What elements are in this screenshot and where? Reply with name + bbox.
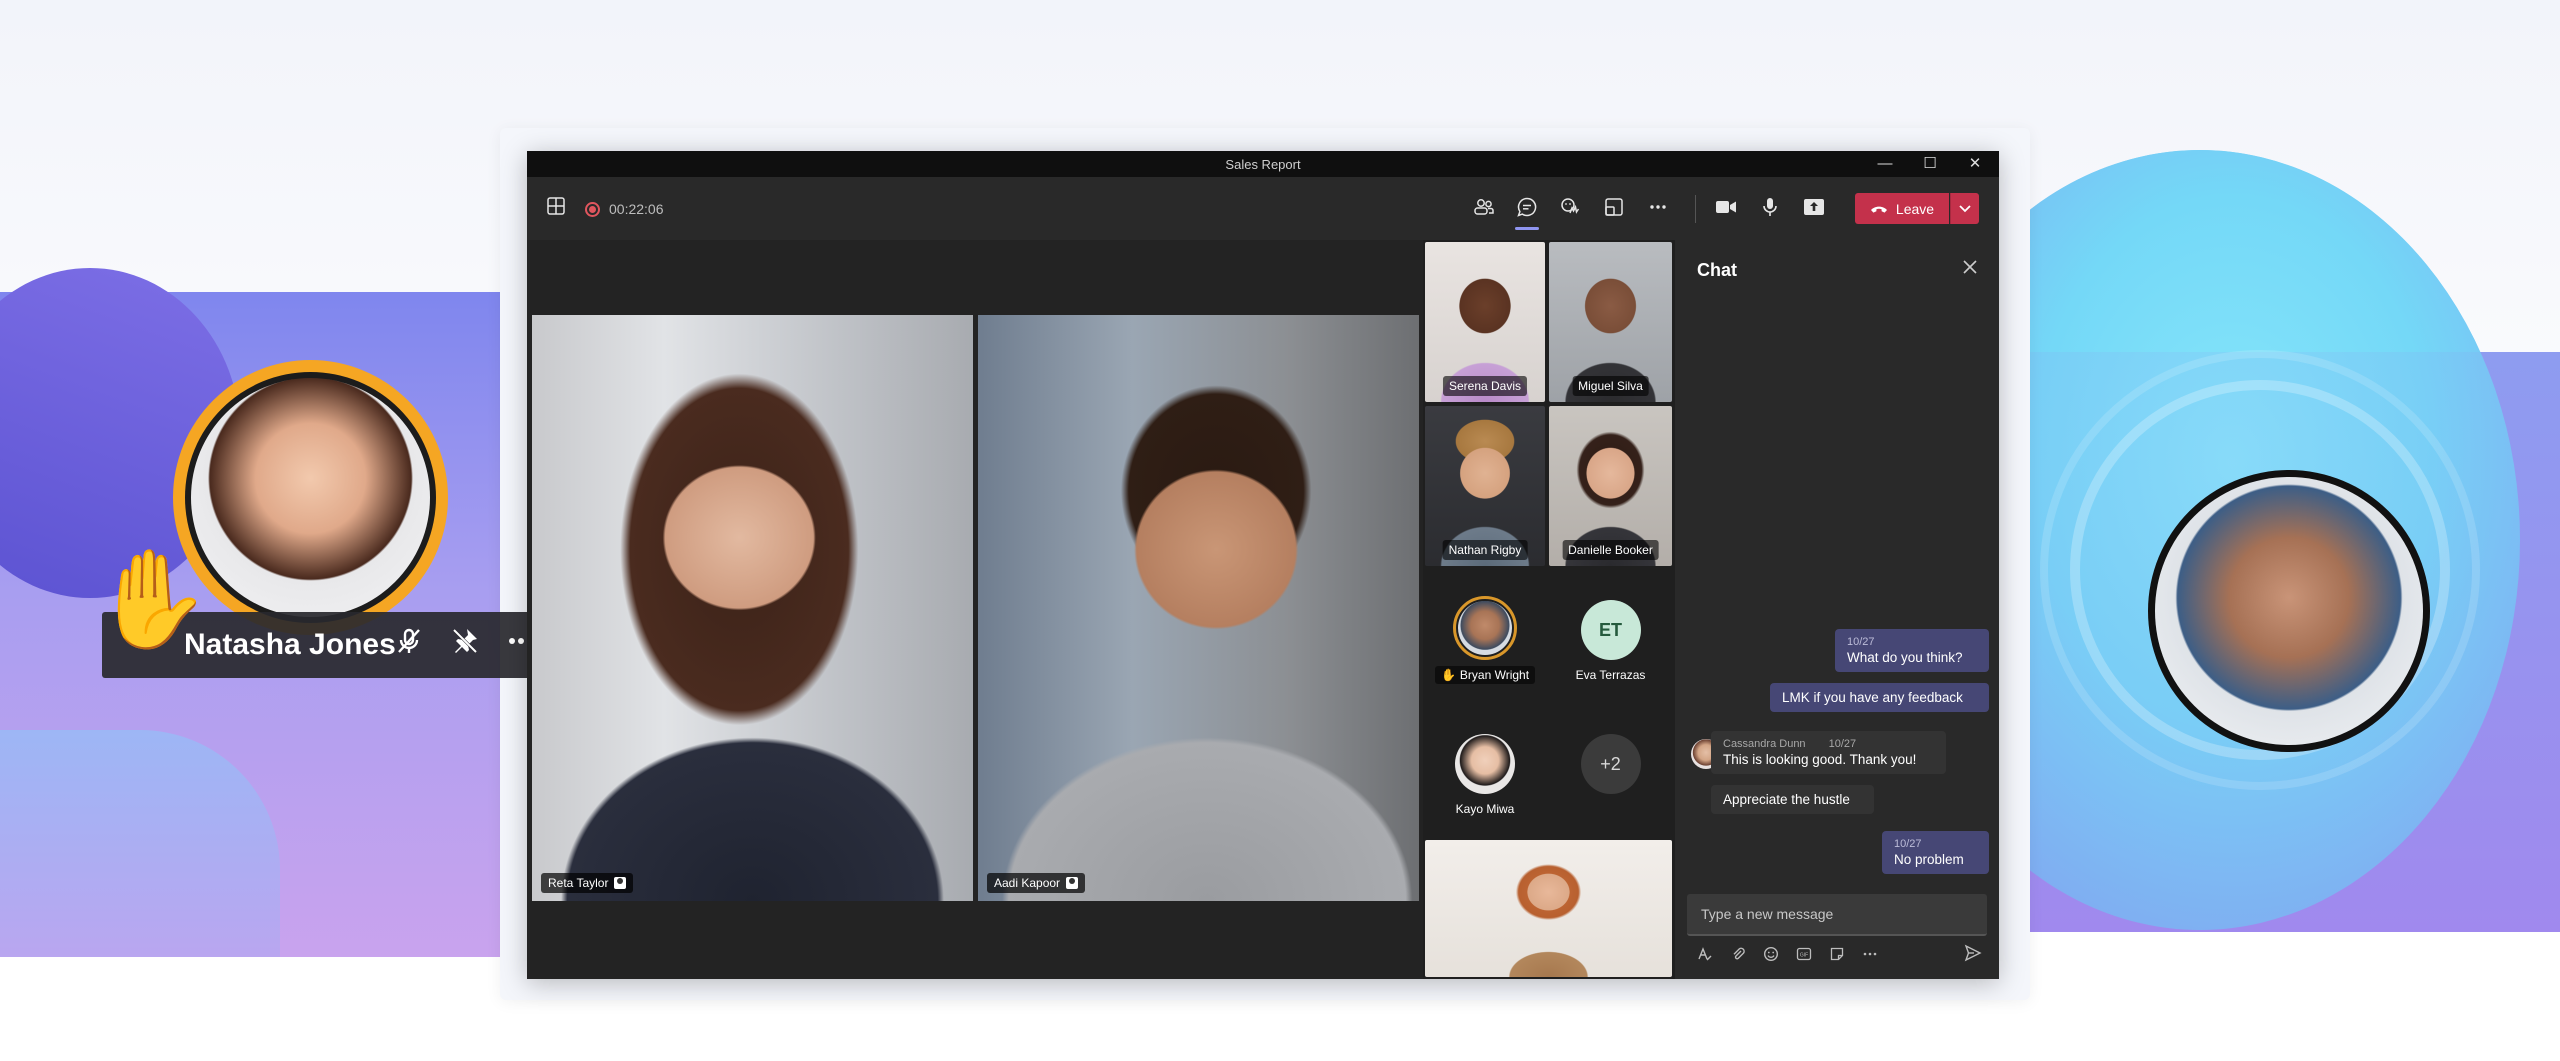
video-tile-serena-davis[interactable]: Serena Davis bbox=[1425, 242, 1545, 402]
chat-message[interactable]: LMK if you have any feedback bbox=[1770, 683, 1989, 712]
mic-icon[interactable] bbox=[1757, 196, 1783, 222]
unpin-icon[interactable] bbox=[448, 626, 482, 664]
participant-name: Miguel Silva bbox=[1572, 376, 1649, 396]
chat-message[interactable]: 10/27 No problem bbox=[1882, 831, 1989, 874]
video-tile-nathan-rigby[interactable]: Nathan Rigby bbox=[1425, 406, 1545, 566]
compose-box bbox=[1687, 894, 1987, 936]
gif-label: GIF bbox=[1799, 953, 1807, 959]
message-text: This is looking good. Thank you! bbox=[1723, 752, 1917, 767]
message-text: What do you think? bbox=[1847, 650, 1963, 665]
meeting-toolbar: 00:22:06 Leave bbox=[527, 177, 1999, 240]
participant-name: Bryan Wright bbox=[1459, 668, 1530, 682]
video-tile-reta-taylor[interactable]: Reta Taylor bbox=[532, 315, 973, 901]
more-participants-button[interactable]: +2 bbox=[1549, 734, 1672, 794]
avatar-initials: ET bbox=[1580, 600, 1641, 660]
grid-icon[interactable] bbox=[543, 196, 569, 222]
avatar bbox=[1455, 734, 1515, 794]
emoji-icon[interactable] bbox=[1761, 946, 1780, 965]
meeting-window: Sales Report — ☐ ✕ 00:22:06 Leave Reta T… bbox=[527, 151, 1999, 979]
leave-button[interactable]: Leave bbox=[1855, 193, 1949, 224]
floating-actions bbox=[392, 626, 538, 664]
rooms-icon[interactable] bbox=[1601, 196, 1627, 222]
participant-name: Reta Taylor bbox=[548, 876, 609, 890]
message-text: No problem bbox=[1894, 852, 1964, 867]
message-sender: Cassandra Dunn bbox=[1723, 738, 1806, 750]
video-tile-danielle-booker[interactable]: Danielle Booker bbox=[1549, 406, 1672, 566]
compose-toolbar: GIF bbox=[1695, 946, 1879, 965]
more-icon[interactable] bbox=[1860, 946, 1879, 965]
leave-label: Leave bbox=[1895, 200, 1935, 217]
chevron-down-icon bbox=[1959, 201, 1971, 216]
participant-name: Serena Davis bbox=[1442, 376, 1528, 396]
camera-icon[interactable] bbox=[1713, 196, 1739, 222]
avatar bbox=[1453, 596, 1517, 660]
avatar-tile-kayo-miwa[interactable]: Kayo Miwa bbox=[1425, 734, 1545, 816]
participant-name-tag: ✋ Bryan Wright bbox=[1434, 666, 1536, 684]
attach-icon[interactable] bbox=[1728, 946, 1747, 965]
floating-avatar-right bbox=[2148, 470, 2430, 752]
message-text: Appreciate the hustle bbox=[1723, 792, 1850, 807]
minimize-button[interactable]: — bbox=[1863, 153, 1907, 175]
participant-name: Aadi Kapoor bbox=[994, 876, 1061, 890]
chat-message[interactable]: Cassandra Dunn 10/27 This is looking goo… bbox=[1711, 731, 1946, 774]
title-bar: Sales Report — ☐ ✕ bbox=[527, 151, 1999, 177]
participant-name: Nathan Rigby bbox=[1442, 540, 1528, 560]
person-icon bbox=[614, 877, 627, 889]
video-tile-miguel-silva[interactable]: Miguel Silva bbox=[1549, 242, 1672, 402]
main-stage: Reta Taylor Aadi Kapoor bbox=[527, 240, 1423, 979]
close-window-button[interactable]: ✕ bbox=[1953, 153, 1997, 175]
floating-participant-name: Natasha Jones bbox=[184, 628, 396, 661]
leave-options-button[interactable] bbox=[1950, 193, 1979, 224]
close-icon bbox=[1963, 258, 1977, 278]
message-date: 10/27 bbox=[1894, 838, 1922, 850]
person-icon bbox=[1066, 877, 1079, 889]
more-participants-count: +2 bbox=[1580, 734, 1641, 794]
send-icon bbox=[1964, 944, 1982, 966]
people-icon[interactable] bbox=[1471, 196, 1497, 222]
chat-panel: Chat 10/27 What do you think? LMK if you… bbox=[1675, 240, 1999, 979]
send-button[interactable] bbox=[1964, 944, 1982, 967]
window-title: Sales Report bbox=[1225, 157, 1301, 172]
chat-title: Chat bbox=[1697, 260, 1737, 280]
meeting-timer: 00:22:06 bbox=[609, 201, 664, 217]
sticker-icon[interactable] bbox=[1827, 946, 1846, 965]
reactions-icon[interactable] bbox=[1557, 196, 1583, 222]
phone-icon bbox=[1870, 201, 1888, 217]
share-icon[interactable] bbox=[1801, 196, 1827, 222]
participant-name: Danielle Booker bbox=[1562, 540, 1659, 560]
video-tile-aadi-kapoor[interactable]: Aadi Kapoor bbox=[978, 315, 1419, 901]
message-text: LMK if you have any feedback bbox=[1782, 690, 1963, 705]
mic-off-icon[interactable] bbox=[392, 626, 426, 664]
avatar-tile-eva-terrazas[interactable]: ET Eva Terrazas bbox=[1549, 600, 1672, 682]
participant-name: Eva Terrazas bbox=[1575, 668, 1646, 682]
message-meta: Cassandra Dunn 10/27 bbox=[1723, 738, 1934, 750]
more-options-icon[interactable] bbox=[1645, 196, 1671, 222]
avatar-tile-bryan-wright[interactable]: ✋ Bryan Wright bbox=[1425, 596, 1545, 684]
participant-gallery: Serena Davis Miguel Silva Nathan Rigby D… bbox=[1423, 240, 1675, 979]
recording-icon bbox=[585, 202, 600, 217]
participant-name: Kayo Miwa bbox=[1455, 802, 1515, 816]
participant-name-tag: Aadi Kapoor bbox=[987, 873, 1086, 893]
message-input[interactable] bbox=[1687, 894, 1987, 934]
toolbar-divider bbox=[1695, 195, 1696, 223]
chat-icon[interactable] bbox=[1514, 196, 1540, 222]
participant-name-tag: Reta Taylor bbox=[541, 873, 634, 893]
maximize-button[interactable]: ☐ bbox=[1908, 153, 1952, 175]
raised-hand-icon: ✋ bbox=[1440, 668, 1456, 682]
gif-icon[interactable]: GIF bbox=[1794, 946, 1813, 965]
message-date: 10/27 bbox=[1847, 636, 1875, 648]
close-chat-button[interactable] bbox=[1963, 258, 1977, 279]
active-tab-indicator bbox=[1515, 227, 1539, 230]
message-date: 10/27 bbox=[1828, 738, 1857, 750]
floating-avatar bbox=[185, 372, 436, 623]
self-view-video[interactable] bbox=[1425, 840, 1672, 977]
chat-message[interactable]: Appreciate the hustle bbox=[1711, 785, 1874, 814]
format-icon[interactable] bbox=[1695, 946, 1714, 965]
chat-message[interactable]: 10/27 What do you think? bbox=[1835, 629, 1989, 672]
